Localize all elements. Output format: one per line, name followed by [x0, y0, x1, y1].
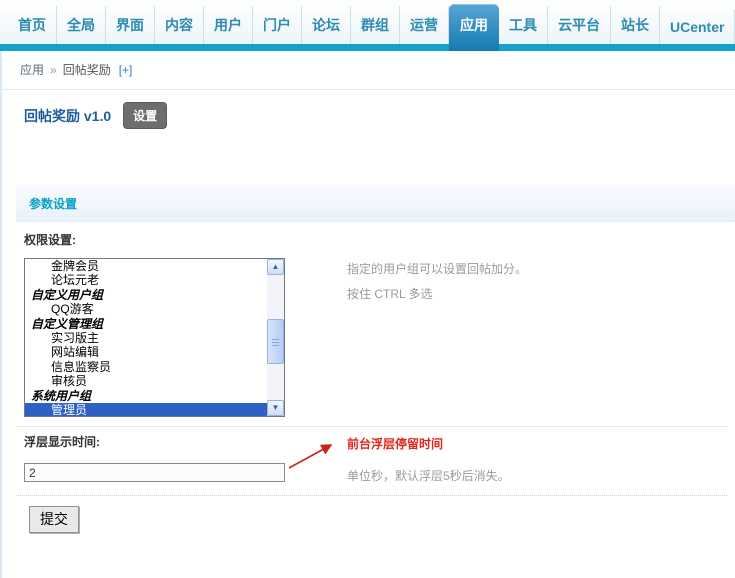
permission-help-1: 指定的用户组可以设置回帖加分。: [347, 262, 528, 276]
nav-item-cloud[interactable]: 云平台: [548, 6, 611, 44]
main-content: 回帖奖励 v1.0 设置 参数设置 权限设置: 金牌会员 论坛元老 自定义用户组…: [2, 90, 735, 578]
list-group-label: 自定义管理组: [31, 316, 104, 331]
nav-item-home[interactable]: 首页: [8, 6, 57, 44]
list-group-label: 自定义用户组: [31, 287, 104, 302]
row-separator: [16, 426, 727, 427]
permission-help-2: 按住 CTRL 多选: [347, 287, 433, 301]
nav-item-content[interactable]: 内容: [155, 6, 204, 44]
nav-item-webmaster[interactable]: 站长: [611, 6, 660, 44]
usergroup-list: 金牌会员 论坛元老 自定义用户组 QQ游客 自定义管理组 实习版主 网站编辑 信…: [25, 259, 267, 416]
nav-item-apps-active[interactable]: 应用: [449, 4, 499, 51]
list-item[interactable]: 论坛元老: [25, 273, 267, 287]
nav-item-ucenter[interactable]: UCenter: [660, 10, 735, 44]
settings-button[interactable]: 设置: [123, 102, 168, 129]
thumb-grip-icon: [272, 339, 279, 346]
nav-item-operation[interactable]: 运营: [400, 6, 449, 44]
float-time-help: 单位秒，默认浮层5秒后消失。: [347, 469, 510, 483]
row-separator: [16, 495, 727, 496]
nav-item-global[interactable]: 全局: [57, 6, 106, 44]
scroll-up-icon[interactable]: ▲: [267, 259, 284, 275]
nav-item-portal[interactable]: 门户: [253, 6, 302, 44]
breadcrumb-current: 回帖奖励: [62, 63, 111, 77]
usergroup-listbox[interactable]: 金牌会员 论坛元老 自定义用户组 QQ游客 自定义管理组 实习版主 网站编辑 信…: [24, 258, 285, 417]
page-title: 回帖奖励 v1.0: [24, 107, 112, 124]
nav-list: 首页 全局 界面 内容 用户 门户 论坛 群组 运营 应用 工具 云平台 站长 …: [8, 4, 735, 51]
breadcrumb-section-link[interactable]: 应用: [20, 63, 44, 77]
annotation-text: 前台浮层停留时间: [347, 437, 444, 451]
list-item[interactable]: QQ游客: [25, 302, 267, 316]
list-item[interactable]: 信息监察员: [25, 360, 267, 374]
breadcrumb-separator: »: [50, 63, 57, 77]
plugin-header: 回帖奖励 v1.0 设置: [24, 102, 168, 129]
page-body: 应用 » 回帖奖励 [+] 回帖奖励 v1.0 设置 参数设置 权限设置: 金牌会员 …: [0, 51, 735, 578]
nav-accent-stripe: [0, 44, 735, 51]
scrollbar-thumb[interactable]: [267, 319, 284, 364]
list-item-selected[interactable]: 管理员: [25, 402, 267, 416]
permission-label: 权限设置:: [24, 233, 76, 247]
nav-item-interface[interactable]: 界面: [106, 6, 155, 44]
list-item[interactable]: 金牌会员: [25, 259, 267, 273]
annotation-arrow-icon: [288, 444, 333, 469]
nav-item-users[interactable]: 用户: [204, 6, 253, 44]
top-navigation: 首页 全局 界面 内容 用户 门户 论坛 群组 运营 应用 工具 云平台 站长 …: [0, 0, 735, 51]
admin-page: 首页 全局 界面 内容 用户 门户 论坛 群组 运营 应用 工具 云平台 站长 …: [0, 0, 735, 578]
breadcrumb: 应用 » 回帖奖励 [+]: [2, 51, 735, 90]
nav-item-tools[interactable]: 工具: [499, 6, 548, 44]
nav-item-groups[interactable]: 群组: [351, 6, 400, 44]
listbox-scrollbar[interactable]: ▲ ▼: [267, 259, 284, 416]
section-title: 参数设置: [29, 197, 78, 211]
float-time-label: 浮层显示时间:: [24, 435, 100, 449]
section-header: 参数设置: [16, 185, 735, 222]
list-item[interactable]: 审核员: [25, 374, 267, 388]
list-item[interactable]: 实习版主: [25, 331, 267, 345]
breadcrumb-expand-link[interactable]: [+]: [119, 63, 133, 77]
scrollbar-track[interactable]: [267, 275, 284, 400]
list-item[interactable]: 网站编辑: [25, 345, 267, 359]
submit-button[interactable]: 提交: [29, 506, 79, 533]
list-group-label: 系统用户组: [31, 388, 92, 403]
float-time-input[interactable]: [24, 463, 285, 482]
nav-item-forum[interactable]: 论坛: [302, 6, 351, 44]
scroll-down-icon[interactable]: ▼: [267, 400, 284, 416]
